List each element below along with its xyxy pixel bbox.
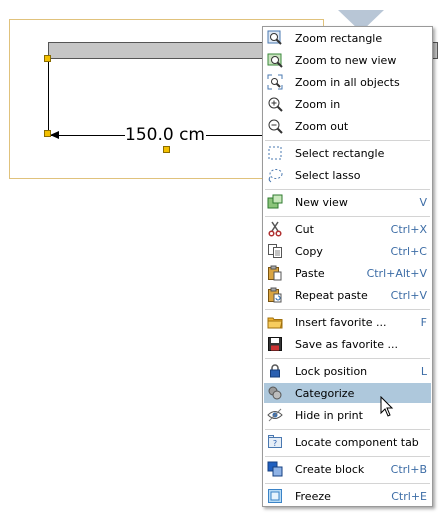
lock-icon <box>266 362 284 380</box>
new-view-icon <box>266 193 284 211</box>
menu-item-repeat-paste[interactable]: Repeat paste Ctrl+V <box>264 285 431 305</box>
menu-item-lock-position[interactable]: Lock position L <box>264 361 431 381</box>
hide-eye-icon <box>266 406 284 424</box>
menu-item-hide-in-print[interactable]: Hide in print <box>264 405 431 425</box>
zoom-rectangle-icon <box>266 29 284 47</box>
menu-item-new-view[interactable]: New view V <box>264 192 431 212</box>
menu-item-freeze[interactable]: Freeze Ctrl+E <box>264 486 431 506</box>
menu-item-select-lasso[interactable]: Select lasso <box>264 165 431 185</box>
scissors-icon <box>266 220 284 238</box>
menu-item-shortcut: Ctrl+V <box>390 288 427 302</box>
menu-item-shortcut: V <box>419 195 427 209</box>
menu-item-categorize[interactable]: Categorize <box>264 383 431 403</box>
menu-item-label: Paste <box>295 266 325 280</box>
menu-item-label: Repeat paste <box>295 288 368 302</box>
create-block-icon <box>266 460 284 478</box>
menu-item-label: Categorize <box>295 386 355 400</box>
menu-item-zoom-to-new-view[interactable]: Zoom to new view <box>264 50 431 70</box>
menu-item-shortcut: Ctrl+C <box>390 244 427 258</box>
floppy-disk-icon <box>266 335 284 353</box>
menu-item-shortcut: F <box>420 315 427 329</box>
menu-item-insert-favorite[interactable]: Insert favorite ... F <box>264 312 431 332</box>
menu-item-label: Save as favorite ... <box>295 337 398 351</box>
menu-item-label: Zoom out <box>295 119 349 133</box>
menu-item-shortcut: Ctrl+X <box>390 222 427 236</box>
menu-separator <box>265 429 430 430</box>
dimension-arrow-icon <box>50 131 59 139</box>
menu-item-label: New view <box>295 195 348 209</box>
menu-item-paste[interactable]: Paste Ctrl+Alt+V <box>264 263 431 283</box>
dimension-line-right <box>206 135 264 136</box>
menu-separator <box>265 358 430 359</box>
menu-separator <box>265 216 430 217</box>
menu-item-label: Zoom to new view <box>295 53 397 67</box>
menu-item-cut[interactable]: Cut Ctrl+X <box>264 219 431 239</box>
dimension-line <box>50 135 125 136</box>
zoom-all-icon <box>266 73 284 91</box>
context-menu: Zoom rectangle Zoom to new view Zoom in al… <box>262 26 433 507</box>
menu-item-label: Cut <box>295 222 314 236</box>
copy-icon <box>266 242 284 260</box>
categorize-icon <box>266 384 284 402</box>
zoom-new-view-icon <box>266 51 284 69</box>
menu-item-create-block[interactable]: Create block Ctrl+B <box>264 459 431 479</box>
dimension-label: 150.0 cm <box>125 125 205 145</box>
menu-item-zoom-out[interactable]: Zoom out <box>264 116 431 136</box>
svg-text:?: ? <box>273 439 277 448</box>
menu-separator <box>265 483 430 484</box>
menu-item-label: Hide in print <box>295 408 363 422</box>
menu-item-select-rectangle[interactable]: Select rectangle <box>264 143 431 163</box>
menu-item-shortcut: L <box>420 364 427 378</box>
menu-item-label: Locate component tab <box>295 435 419 449</box>
dimension-extension-line <box>48 58 49 134</box>
selection-handle[interactable] <box>163 146 170 153</box>
menu-item-locate-component-tab[interactable]: ? Locate component tab <box>264 432 431 452</box>
menu-item-copy[interactable]: Copy Ctrl+C <box>264 241 431 261</box>
select-rectangle-icon <box>266 144 284 162</box>
menu-separator <box>265 140 430 141</box>
menu-item-label: Lock position <box>295 364 368 378</box>
menu-item-label: Select lasso <box>295 168 361 182</box>
menu-item-label: Create block <box>295 462 365 476</box>
menu-item-label: Insert favorite ... <box>295 315 387 329</box>
menu-item-label: Freeze <box>295 489 331 503</box>
zoom-out-icon <box>266 117 284 135</box>
menu-item-shortcut: Ctrl+B <box>390 462 427 476</box>
zoom-in-icon <box>266 95 284 113</box>
menu-item-shortcut: Ctrl+E <box>391 489 427 503</box>
folder-icon <box>266 313 284 331</box>
menu-item-label: Copy <box>295 244 323 258</box>
menu-item-save-as-favorite[interactable]: Save as favorite ... <box>264 334 431 354</box>
menu-item-label: Zoom in all objects <box>295 75 400 89</box>
menu-separator <box>265 189 430 190</box>
mouse-cursor-icon <box>380 396 394 417</box>
locate-tab-icon: ? <box>266 433 284 451</box>
selection-handle[interactable] <box>44 130 51 137</box>
menu-separator <box>265 309 430 310</box>
menu-item-zoom-rectangle[interactable]: Zoom rectangle <box>264 28 431 48</box>
menu-item-label: Zoom rectangle <box>295 31 383 45</box>
paste-icon <box>266 264 284 282</box>
freeze-icon <box>266 487 284 505</box>
selection-handle[interactable] <box>44 55 51 62</box>
menu-item-label: Zoom in <box>295 97 341 111</box>
menu-item-zoom-in[interactable]: Zoom in <box>264 94 431 114</box>
menu-separator <box>265 456 430 457</box>
repeat-paste-icon <box>266 286 284 304</box>
menu-item-label: Select rectangle <box>295 146 385 160</box>
select-lasso-icon <box>266 166 284 184</box>
menu-item-zoom-in-all-objects[interactable]: Zoom in all objects <box>264 72 431 92</box>
menu-item-shortcut: Ctrl+Alt+V <box>366 266 427 280</box>
